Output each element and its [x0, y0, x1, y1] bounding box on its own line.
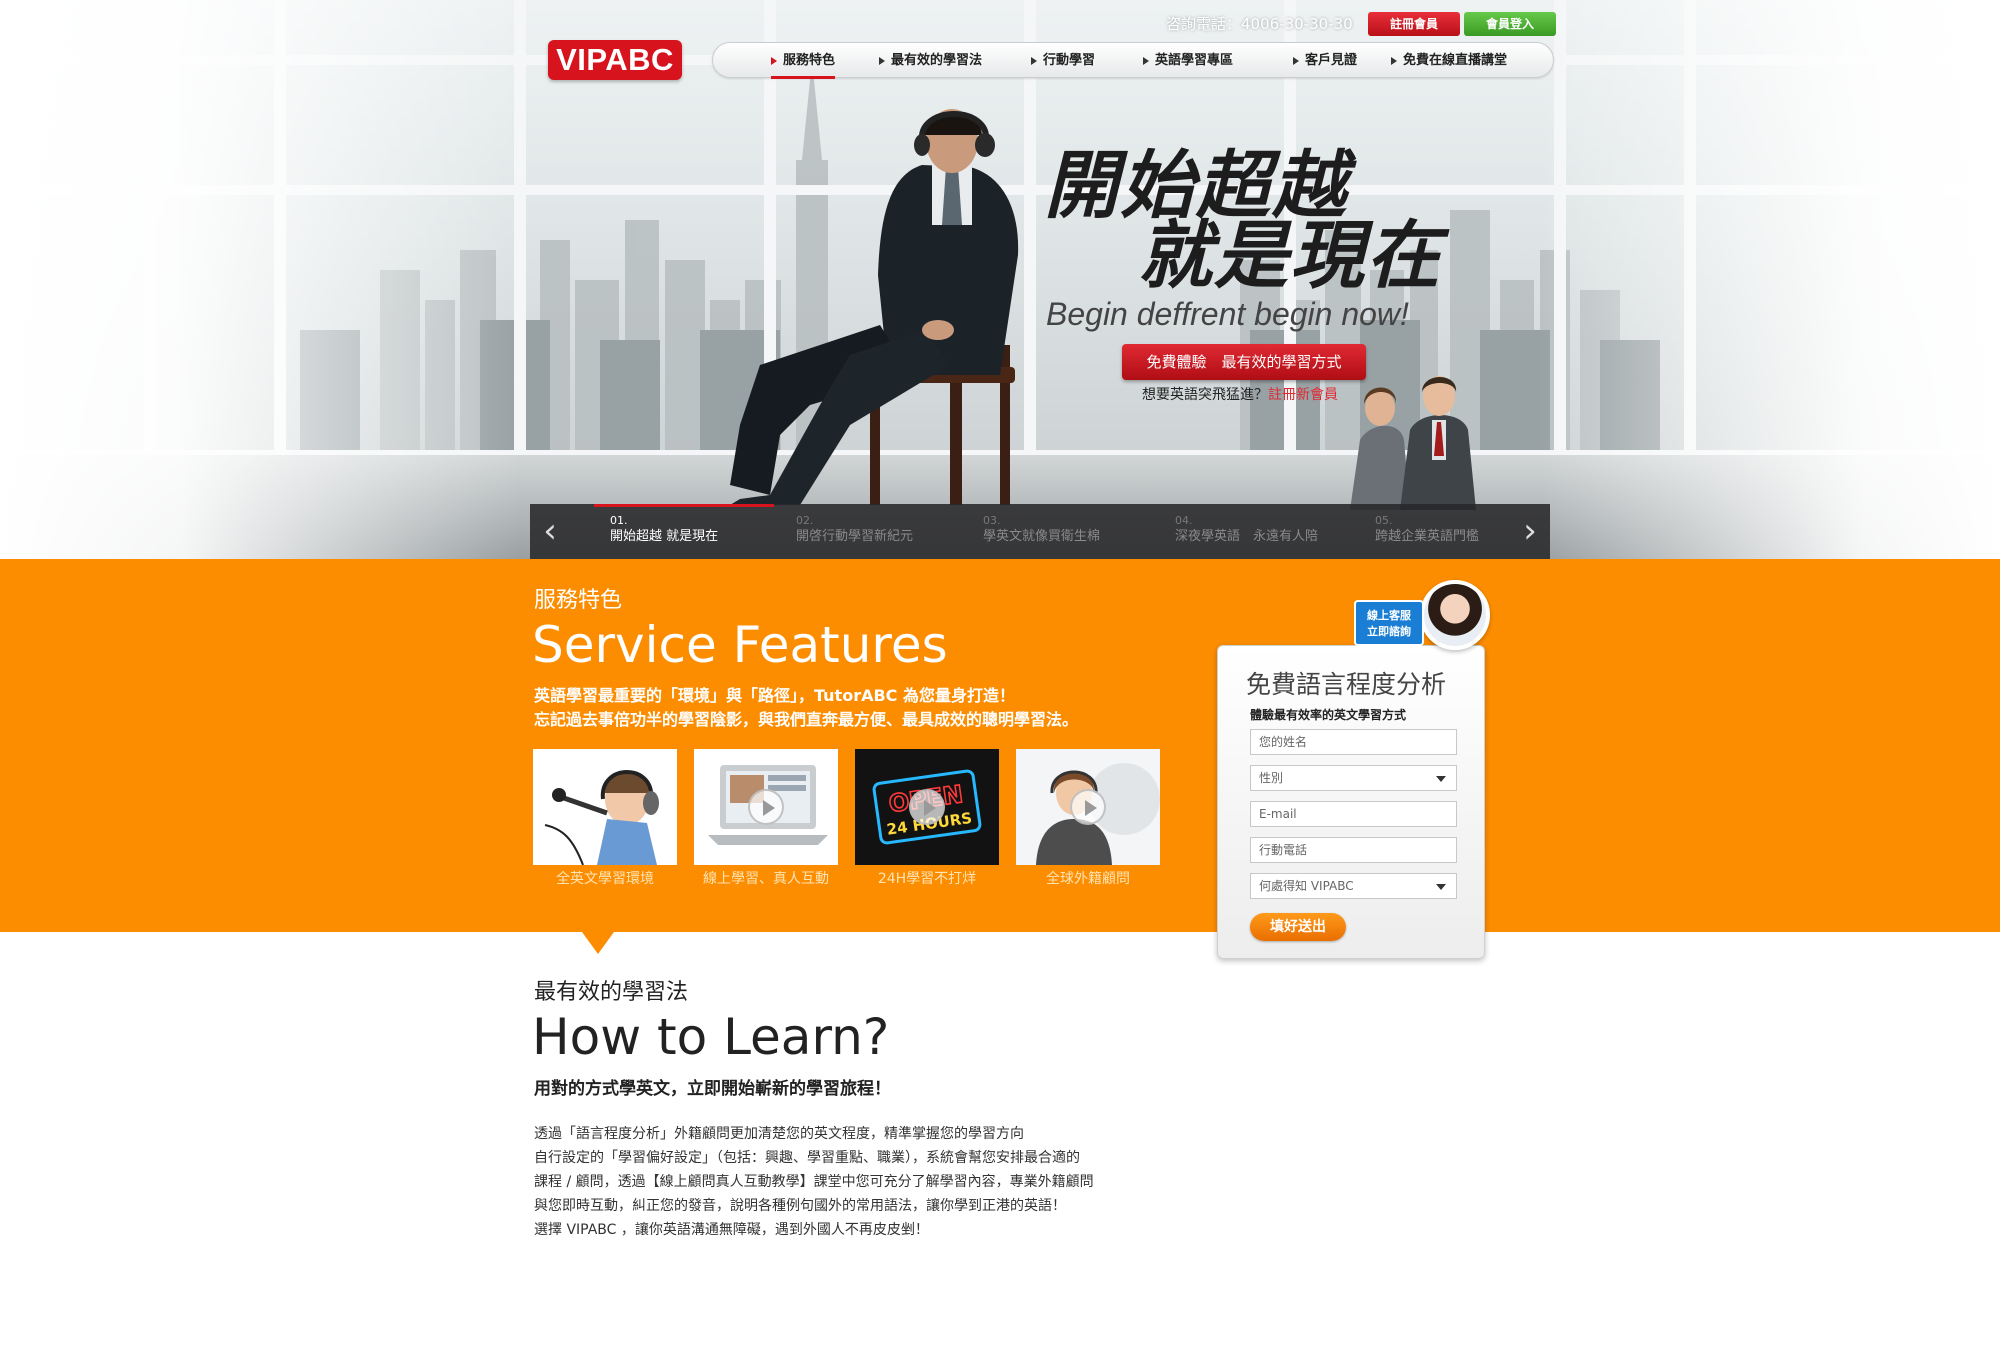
feature-card-english-environment[interactable]: 全英文學習環境: [533, 749, 677, 889]
nav-item-label: 客戶見證: [1305, 53, 1358, 68]
feature-caption: 24H學習不打烊: [877, 871, 977, 887]
slide-title: 開啓行動學習新紀元: [796, 529, 914, 544]
chevron-right-icon[interactable]: ›: [1510, 504, 1550, 559]
nav-item-label: 英語學習專區: [1155, 53, 1234, 68]
nav-item-mobile-learning[interactable]: 行動學習: [1031, 43, 1095, 79]
online-support-badge[interactable]: 線上客服 立即諮詢: [1354, 600, 1424, 646]
support-badge-line2: 立即諮詢: [1367, 625, 1411, 638]
service-description-line2: 忘記過去事倍功半的學習陰影，與我們直奔最方便、最具成效的聰明學習法。: [534, 710, 1079, 729]
hotline-text: 咨詢電話：4006-30-30-30: [1166, 15, 1353, 33]
service-title-en: Service Features: [532, 616, 948, 674]
nav-item-testimonials[interactable]: 客戶見證: [1293, 43, 1357, 79]
play-icon[interactable]: [748, 789, 784, 825]
hero-fade-right: [1540, 0, 2000, 559]
hero-banner: VIPABC 咨詢電話：4006-30-30-30 註冊會員 會員登入 服務特色…: [0, 0, 2000, 559]
slide-tab-3[interactable]: 03. 學英文就像買衛生棉: [983, 514, 1100, 554]
slide-title: 學英文就像買衛生棉: [983, 529, 1101, 544]
service-title-zh: 服務特色: [534, 588, 623, 613]
slide-tab-1[interactable]: 01. 開始超越 就是現在: [610, 514, 718, 554]
submit-button[interactable]: 填好送出: [1250, 913, 1346, 941]
feature-caption: 線上學習、真人互動: [703, 871, 829, 887]
mobile-phone-field[interactable]: 行動電話: [1250, 837, 1457, 863]
band-pointer-arrow: [582, 932, 614, 954]
slide-title: 跨越企業英語門檻: [1375, 529, 1480, 544]
register-prompt-text: 想要英語突飛猛進？: [1142, 387, 1268, 403]
nav-item-english-zone[interactable]: 英語學習專區: [1143, 43, 1233, 79]
learn-paragraph-line: 透過「語言程度分析」外籍顧問更加清楚您的英文程度，精準掌握您的學習方向: [534, 1126, 1024, 1142]
open-24-hours-neon-sign-image: OPEN 24 HOURS: [855, 749, 999, 865]
slide-number: 02.: [796, 514, 814, 527]
nav-item-label: 免費在線直播講堂: [1403, 53, 1508, 68]
nav-item-service-features[interactable]: 服務特色: [771, 43, 836, 79]
slide-title: 開始超越 就是現在: [610, 529, 719, 544]
feature-card-24h-learning[interactable]: OPEN 24 HOURS 24H學習不打烊: [855, 749, 999, 889]
consultant-with-headset-image: [1016, 749, 1160, 865]
play-icon[interactable]: [909, 789, 945, 825]
child-singing-headphones-image: [533, 749, 677, 865]
form-subtitle: 體驗最有效率的英文學習方式: [1250, 708, 1407, 722]
learn-title-zh: 最有效的學習法: [534, 980, 689, 1005]
nav-item-label: 行動學習: [1043, 53, 1096, 68]
nav-item-label: 服務特色: [783, 53, 836, 68]
slide-tab-2[interactable]: 02. 開啓行動學習新紀元: [796, 514, 913, 554]
slide-tab-5[interactable]: 05. 跨越企業英語門檻: [1375, 514, 1479, 554]
page: VIPABC 咨詢電話：4006-30-30-30 註冊會員 會員登入 服務特色…: [0, 0, 2000, 1357]
hero-fade-left: [0, 0, 520, 559]
email-field[interactable]: E-mail: [1250, 801, 1457, 827]
nav-item-how-to-learn[interactable]: 最有效的學習法: [879, 43, 982, 79]
name-field[interactable]: 您的姓名: [1250, 729, 1457, 755]
learn-paragraph-line: 課程 / 顧問，透過【線上顧問真人互動教學】課堂中您可充分了解學習內容，專業外籍…: [534, 1174, 1094, 1190]
feature-caption: 全球外籍顧問: [1046, 871, 1130, 887]
slide-tab-4[interactable]: 04. 深夜學英語 永遠有人陪: [1175, 514, 1318, 554]
login-button[interactable]: 會員登入: [1464, 12, 1556, 36]
triangle-icon: [879, 56, 885, 65]
triangle-icon: [771, 56, 777, 65]
nav-item-free-live-lecture[interactable]: 免費在線直播講堂: [1391, 43, 1507, 79]
slide-number: 04.: [1175, 514, 1193, 527]
feature-card-global-consultants[interactable]: 全球外籍顧問: [1016, 749, 1160, 889]
slide-number: 05.: [1375, 514, 1393, 527]
form-title: 免費語言程度分析: [1246, 670, 1447, 699]
service-description-line1: 英語學習最重要的「環境」與「路徑」，TutorABC 為您量身打造！: [534, 686, 1015, 705]
support-badge-line1: 線上客服: [1367, 609, 1411, 622]
nav-item-label: 最有效的學習法: [891, 53, 983, 68]
customer-service-avatar[interactable]: [1420, 580, 1490, 650]
vipabc-logo[interactable]: VIPABC: [548, 40, 682, 80]
learn-paragraph-line: 自行設定的「學習偏好設定」（包括：興趣、學習重點、職業），系統會幫您安排最合適的: [534, 1150, 1080, 1166]
hero-tagline: Begin deffrent begin now!: [1046, 296, 1409, 332]
slide-title: 深夜學英語 永遠有人陪: [1175, 529, 1319, 544]
learn-paragraph-line: 與您即時互動，糾正您的發音，說明各種例句國外的常用語法，讓你學到正港的英語！: [534, 1198, 1066, 1214]
feature-card-online-learning[interactable]: 線上學習、真人互動: [694, 749, 838, 889]
slide-number: 01.: [610, 514, 628, 527]
main-nav: 服務特色 最有效的學習法 行動學習 英語學習專區 客戶見證 免費在線直播講堂: [712, 42, 1554, 79]
chevron-left-icon[interactable]: ‹: [530, 504, 570, 559]
slide-number: 03.: [983, 514, 1001, 527]
banner-slider: ‹ 01. 開始超越 就是現在 02. 開啓行動學習新紀元 03. 學英文就像買衛生棉…: [530, 504, 1550, 559]
laptop-online-class-image: [694, 749, 838, 865]
play-icon[interactable]: [1070, 789, 1106, 825]
triangle-icon: [1391, 56, 1397, 65]
gender-select[interactable]: 性別: [1250, 765, 1457, 791]
hero-headline-line2: 就是現在: [1138, 213, 1442, 299]
learn-paragraph-line: 選擇 VIPABC ，讓你英語溝通無障礙，遇到外國人不再皮皮剉！: [534, 1222, 929, 1238]
learn-lead: 用對的方式學英文，立即開始嶄新的學習旅程！: [534, 1079, 891, 1099]
referral-source-select[interactable]: 何處得知 VIPABC: [1250, 873, 1457, 899]
triangle-icon: [1031, 56, 1037, 65]
register-prompt: 想要英語突飛猛進？註冊新會員: [1142, 384, 1338, 406]
slider-active-indicator: [594, 504, 774, 507]
register-button[interactable]: 註冊會員: [1368, 12, 1460, 36]
triangle-icon: [1143, 56, 1149, 65]
register-link[interactable]: 註冊新會員: [1268, 387, 1338, 403]
business-people-image: [1350, 376, 1476, 510]
service-features-band: [0, 559, 2000, 932]
free-trial-button[interactable]: 免費體驗 最有效的學習方式: [1122, 344, 1366, 380]
seated-man-with-headphones-image: [730, 109, 1019, 505]
triangle-icon: [1293, 56, 1299, 65]
learn-title-en: How to Learn?: [532, 1008, 890, 1066]
feature-caption: 全英文學習環境: [556, 871, 654, 887]
